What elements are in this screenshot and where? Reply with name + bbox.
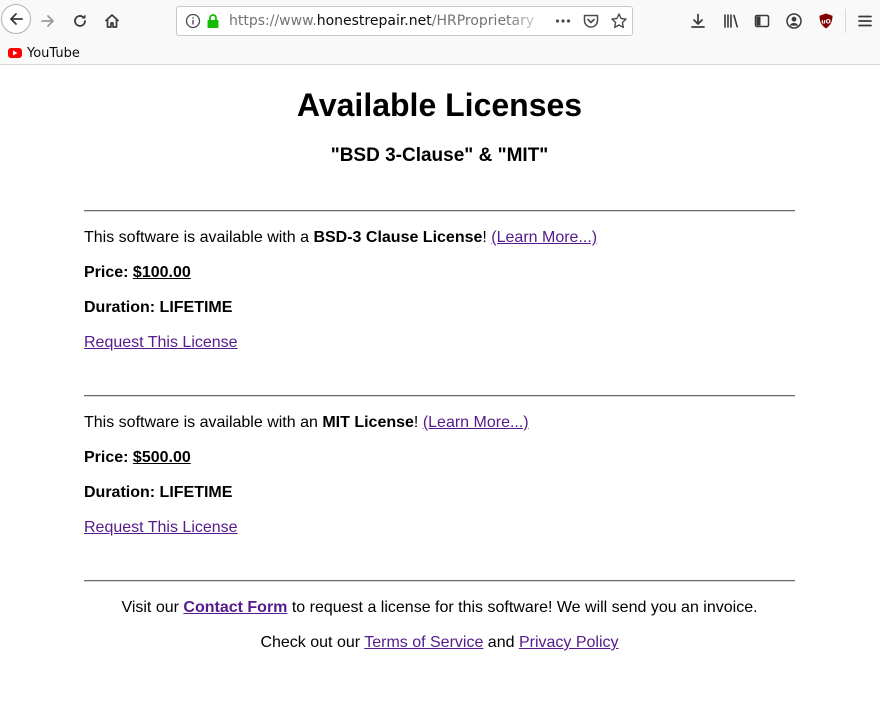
svg-text:uO: uO bbox=[821, 19, 830, 26]
download-icon bbox=[691, 13, 705, 28]
youtube-icon bbox=[8, 48, 22, 58]
menu-button[interactable] bbox=[851, 7, 879, 35]
browser-chrome: https://www.honestrepair.net/HRProprieta… bbox=[0, 0, 880, 65]
bookmarks-toolbar: YouTube bbox=[0, 42, 880, 64]
page-subtitle: "BSD 3-Clause" & "MIT" bbox=[330, 145, 549, 166]
contact-suffix: to request a license for this software! … bbox=[287, 599, 758, 616]
divider bbox=[84, 580, 795, 582]
pocket-icon bbox=[583, 14, 599, 28]
sidebar-button[interactable] bbox=[748, 7, 776, 35]
pocket-button[interactable] bbox=[581, 11, 601, 31]
contact-note: Visit our Contact Form to request a lice… bbox=[84, 598, 795, 618]
license-name: BSD-3 Clause License bbox=[313, 229, 483, 246]
bookmark-youtube[interactable]: YouTube bbox=[8, 44, 80, 62]
request-license-link[interactable]: Request This License bbox=[84, 334, 238, 351]
contact-prefix: Visit our bbox=[121, 599, 184, 616]
browser-toolbar: https://www.honestrepair.net/HRProprieta… bbox=[0, 0, 880, 42]
hamburger-menu-icon bbox=[858, 15, 872, 27]
learn-more-link[interactable]: (Learn More...) bbox=[491, 229, 597, 246]
account-button[interactable] bbox=[780, 7, 808, 35]
privacy-policy-link[interactable]: Privacy Policy bbox=[519, 634, 619, 651]
license-price: Price: $100.00 bbox=[84, 263, 191, 283]
site-info-button[interactable] bbox=[183, 11, 203, 31]
license-intro: This software is available with a bbox=[84, 229, 314, 246]
url-fade bbox=[507, 8, 549, 34]
back-button[interactable] bbox=[1, 4, 31, 34]
page-actions-button[interactable] bbox=[553, 11, 573, 31]
sidebar-icon bbox=[754, 14, 770, 28]
secure-lock[interactable] bbox=[203, 11, 223, 31]
library-icon bbox=[724, 14, 738, 28]
price-label: Price: bbox=[84, 264, 129, 281]
reload-button[interactable] bbox=[66, 7, 94, 35]
license-name: MIT License bbox=[322, 414, 414, 431]
arrow-right-icon bbox=[41, 15, 54, 27]
learn-more-link[interactable]: (Learn More...) bbox=[423, 414, 529, 431]
info-icon bbox=[185, 13, 201, 29]
contact-form-link[interactable]: Contact Form bbox=[183, 599, 287, 616]
home-icon bbox=[104, 14, 120, 28]
ublock-button[interactable]: uO bbox=[812, 7, 840, 35]
star-icon bbox=[611, 13, 627, 29]
library-button[interactable] bbox=[717, 7, 745, 35]
price-value: $100.00 bbox=[132, 264, 191, 281]
ublock-shield-icon: uO bbox=[819, 13, 833, 29]
license-description: This software is available with a BSD-3 … bbox=[84, 228, 597, 248]
terms-of-service-link[interactable]: Terms of Service bbox=[364, 634, 483, 651]
license-price: Price: $500.00 bbox=[84, 448, 191, 468]
toolbar-divider bbox=[845, 9, 846, 33]
lock-icon bbox=[207, 14, 219, 28]
bookmark-label: YouTube bbox=[27, 45, 80, 61]
exclaim: ! bbox=[482, 229, 487, 246]
bookmark-star-button[interactable] bbox=[609, 11, 629, 31]
url-host: honestrepair.net bbox=[316, 13, 432, 29]
divider bbox=[84, 210, 795, 212]
legal-prefix: Check out our bbox=[260, 634, 365, 651]
url-bar[interactable]: https://www.honestrepair.net/HRProprieta… bbox=[176, 6, 633, 36]
license-description: This software is available with an MIT L… bbox=[84, 413, 529, 433]
account-icon bbox=[786, 13, 802, 29]
license-intro: This software is available with an bbox=[84, 414, 323, 431]
home-button[interactable] bbox=[98, 7, 126, 35]
url-prefix: https://www. bbox=[229, 13, 317, 29]
url-text[interactable]: https://www.honestrepair.net/HRProprieta… bbox=[229, 13, 549, 29]
exclaim: ! bbox=[413, 414, 419, 431]
forward-button[interactable] bbox=[34, 7, 62, 35]
request-license-link[interactable]: Request This License bbox=[84, 519, 238, 536]
downloads-button[interactable] bbox=[684, 7, 712, 35]
divider bbox=[84, 395, 795, 397]
license-duration: Duration: LIFETIME bbox=[84, 299, 233, 316]
arrow-left-icon bbox=[10, 13, 23, 25]
more-horizontal-icon bbox=[555, 19, 571, 23]
legal-links: Check out our Terms of Service and Priva… bbox=[84, 633, 795, 653]
price-label: Price: bbox=[84, 449, 129, 466]
page-title: Available Licenses bbox=[296, 87, 583, 123]
license-duration: Duration: LIFETIME bbox=[84, 484, 233, 501]
request-license-link-container: Request This License bbox=[84, 333, 238, 353]
request-license-link-container: Request This License bbox=[84, 518, 238, 538]
reload-icon bbox=[74, 14, 86, 27]
price-value: $500.00 bbox=[132, 449, 191, 466]
legal-and: and bbox=[483, 634, 519, 651]
